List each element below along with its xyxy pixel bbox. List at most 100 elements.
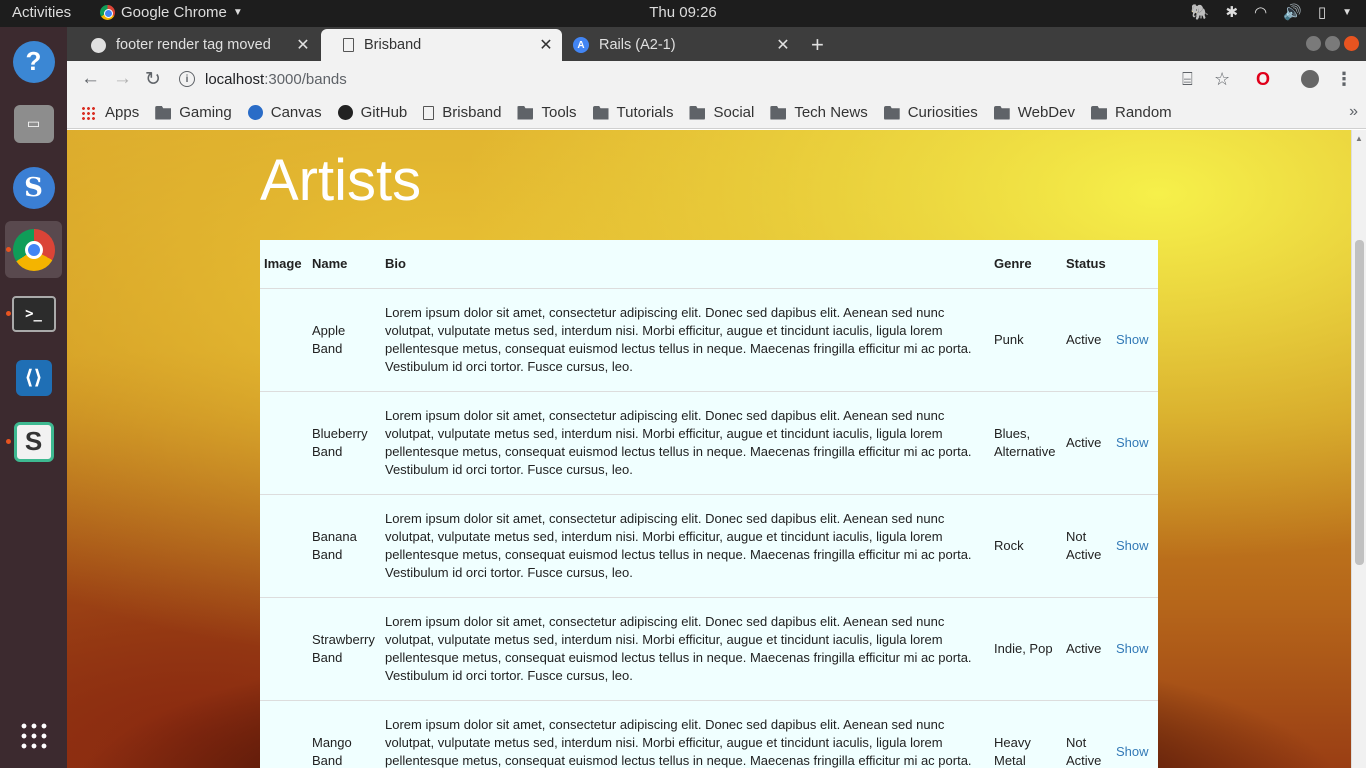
show-link[interactable]: Show	[1116, 641, 1149, 656]
folder-icon	[592, 105, 609, 120]
bookmark-social[interactable]: Social	[689, 104, 754, 121]
dock-vscode[interactable]: ⟨⟩	[5, 349, 62, 406]
close-icon[interactable]: ✕	[773, 35, 793, 55]
page-scrollbar[interactable]: ▲	[1351, 130, 1366, 768]
terminal-icon: >_	[11, 295, 56, 332]
clock[interactable]: Thu 09:26	[649, 4, 717, 21]
band-name: Apple Band	[308, 288, 381, 392]
action-cell: Show	[1112, 597, 1158, 701]
translate-icon[interactable]: ⌸	[1182, 69, 1193, 90]
scroll-up-icon[interactable]: ▲	[1355, 134, 1363, 143]
tab-title: Rails (A2-1)	[599, 37, 676, 53]
bookmark-curiosities[interactable]: Curiosities	[883, 104, 978, 121]
band-bio: Lorem ipsum dolor sit amet, consectetur …	[381, 700, 990, 768]
action-cell: Show	[1112, 494, 1158, 598]
dock-show-apps[interactable]	[5, 707, 62, 764]
bookmark-gaming[interactable]: Gaming	[155, 104, 232, 121]
activities-button[interactable]: Activities	[12, 4, 71, 21]
wifi-icon[interactable]: ◠	[1254, 3, 1267, 21]
new-tab-button[interactable]: +	[811, 32, 824, 58]
action-cell: Show	[1112, 288, 1158, 392]
bookmark-canvas[interactable]: Canvas	[247, 104, 322, 121]
bookmark-tutorials[interactable]: Tutorials	[592, 104, 674, 121]
canvas-icon	[247, 105, 263, 120]
show-link[interactable]: Show	[1116, 332, 1149, 347]
dock-terminal[interactable]: >_	[5, 285, 62, 342]
tab-github[interactable]: footer render tag moved ✕	[69, 29, 319, 61]
info-icon[interactable]: i	[179, 71, 195, 87]
band-bio: Lorem ipsum dolor sit amet, consectetur …	[381, 494, 990, 598]
tab-brisband[interactable]: Brisband ✕	[321, 29, 562, 61]
table-row: Mango Band Lorem ipsum dolor sit amet, co…	[260, 700, 1158, 768]
bookmark-tech-news[interactable]: Tech News	[770, 104, 868, 121]
folder-icon	[155, 105, 172, 120]
table-header-row: Image Name Bio Genre Status	[260, 240, 1158, 289]
back-arrow-icon[interactable]: ←	[81, 68, 100, 90]
opera-icon[interactable]: O	[1256, 69, 1270, 90]
bookmark-github[interactable]: GitHub	[337, 104, 408, 121]
action-cell: Show	[1112, 391, 1158, 495]
artists-table: Image Name Bio Genre Status Apple Band Lo…	[260, 240, 1158, 768]
bookmark-label: Tools	[541, 104, 577, 121]
bookmarks-bar: Apps Gaming Canvas GitHub Brisband Tools…	[67, 97, 1366, 129]
kebab-menu-icon[interactable]: ⋮	[1335, 69, 1353, 90]
bookmark-brisband[interactable]: Brisband	[423, 104, 501, 121]
close-icon[interactable]: ✕	[536, 35, 556, 55]
close-icon[interactable]: ✕	[293, 35, 313, 55]
bookmark-webdev[interactable]: WebDev	[993, 104, 1075, 121]
show-link[interactable]: Show	[1116, 538, 1149, 553]
app-menu[interactable]: Google Chrome ▼	[100, 4, 243, 21]
dock-simplenote[interactable]: S	[5, 159, 62, 216]
reload-icon[interactable]: ↻	[145, 68, 161, 91]
bookmark-random[interactable]: Random	[1090, 104, 1172, 121]
minimize-button[interactable]	[1306, 36, 1321, 51]
band-status: Active	[1062, 391, 1112, 495]
scrollbar-thumb[interactable]	[1355, 240, 1364, 565]
canvas-icon: A	[573, 37, 589, 53]
volume-icon[interactable]: 🔊	[1283, 3, 1302, 21]
running-indicator	[6, 439, 11, 444]
maximize-button[interactable]	[1325, 36, 1340, 51]
bookmark-label: Apps	[105, 104, 140, 121]
battery-icon[interactable]: ▯	[1318, 3, 1326, 21]
folder-icon	[993, 105, 1010, 120]
show-link[interactable]: Show	[1116, 435, 1149, 450]
bookmark-tools[interactable]: Tools	[517, 104, 577, 121]
column-header-action	[1112, 240, 1158, 289]
dock-files[interactable]: ▭	[5, 95, 62, 152]
running-indicator	[6, 247, 11, 252]
bookmark-label: Random	[1114, 104, 1172, 121]
bookmark-label: Curiosities	[907, 104, 978, 121]
avatar[interactable]	[1301, 70, 1319, 88]
star-icon[interactable]: ☆	[1214, 69, 1230, 90]
dock-help[interactable]: ?	[5, 33, 62, 90]
column-header-status: Status	[1062, 240, 1112, 289]
column-header-name: Name	[308, 240, 381, 289]
system-tray[interactable]: 🐘 ✱ ◠ 🔊 ▯ ▼	[1191, 3, 1352, 21]
chevron-right-icon[interactable]: »	[1349, 103, 1358, 121]
image-cell	[260, 700, 308, 768]
dock-chrome[interactable]	[5, 221, 62, 278]
tab-rails[interactable]: A Rails (A2-1) ✕	[563, 29, 799, 61]
image-cell	[260, 288, 308, 392]
dock-slack[interactable]: S	[5, 413, 62, 470]
postgres-icon[interactable]: 🐘	[1191, 3, 1210, 21]
bookmark-apps[interactable]: Apps	[81, 104, 139, 121]
forward-arrow-icon[interactable]: →	[113, 68, 132, 90]
band-bio: Lorem ipsum dolor sit amet, consectetur …	[381, 391, 990, 495]
github-icon	[91, 37, 106, 53]
close-window-button[interactable]	[1344, 36, 1359, 51]
settings-cog-icon[interactable]: ✱	[1225, 3, 1238, 21]
table-row: Blueberry Band Lorem ipsum dolor sit amet…	[260, 391, 1158, 495]
bookmark-label: GitHub	[360, 104, 408, 121]
bookmark-label: Tutorials	[616, 104, 674, 121]
band-name: Mango Band	[308, 700, 381, 768]
band-genre: Heavy Metal	[990, 700, 1062, 768]
address-bar[interactable]: i localhost:3000/bands	[179, 65, 1209, 93]
band-name: Banana Band	[308, 494, 381, 598]
band-genre: Indie, Pop	[990, 597, 1062, 701]
show-link[interactable]: Show	[1116, 744, 1149, 759]
browser-toolbar: ← → ↻ i localhost:3000/bands ⌸ ☆ O ⋮	[67, 61, 1366, 97]
band-status: Active	[1062, 597, 1112, 701]
chevron-down-icon[interactable]: ▼	[1342, 7, 1352, 18]
